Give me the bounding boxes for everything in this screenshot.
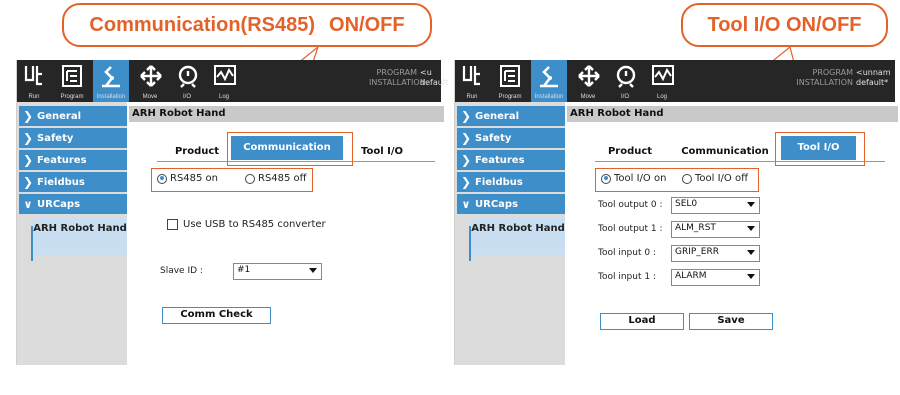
- toolbar-label: Installation: [96, 94, 126, 100]
- dropdown-arrow-icon: [747, 274, 755, 279]
- toolbar-label: Program: [498, 94, 522, 100]
- tab-product[interactable]: Product: [162, 144, 232, 160]
- chevron-right-icon: ❯: [22, 109, 34, 123]
- tool-output-1-label: Tool output 1 :: [598, 224, 663, 234]
- move-icon: [578, 65, 600, 87]
- tab-product[interactable]: Product: [595, 144, 665, 160]
- toolbar-label: Log: [218, 94, 229, 100]
- tool-input-0-label: Tool input 0 :: [598, 248, 656, 258]
- slave-id-select[interactable]: #1: [233, 263, 322, 280]
- io-icon: [616, 65, 636, 88]
- chevron-right-icon: ❯: [22, 131, 34, 145]
- run-tab[interactable]: Run: [457, 60, 487, 102]
- tool-input-0-select[interactable]: GRIP_ERR: [671, 245, 760, 262]
- program-icon: [500, 65, 520, 87]
- chevron-right-icon: ❯: [22, 175, 34, 189]
- page-title: ARH Robot Hand: [567, 106, 898, 122]
- installation-tab[interactable]: Installation: [531, 60, 567, 102]
- sidebar-item-fieldbus[interactable]: ❯ Fieldbus: [457, 172, 565, 192]
- log-icon: [652, 65, 674, 85]
- io-icon: [178, 65, 198, 88]
- program-value: <unnam default*: [856, 68, 891, 87]
- chevron-right-icon: ❯: [460, 131, 472, 145]
- tool-io-radio-highlight: [595, 168, 759, 192]
- top-toolbar: Run Program Installation Move I/O Log PR…: [455, 60, 895, 102]
- program-icon: [62, 65, 82, 87]
- toolbar-label: I/O: [620, 94, 629, 100]
- chevron-down-icon: ∨: [461, 197, 471, 211]
- sidebar-item-features[interactable]: ❯ Features: [19, 150, 127, 170]
- rs485-radio-highlight: [151, 168, 313, 192]
- program-label: PROGRAM INSTALLATION: [369, 68, 426, 87]
- dropdown-arrow-icon: [309, 268, 317, 273]
- sidebar-item-arh-robot-hand[interactable]: ARH Robot Hand: [471, 218, 565, 255]
- chevron-right-icon: ❯: [22, 153, 34, 167]
- sidebar-item-general[interactable]: ❯ General: [457, 106, 565, 126]
- dropdown-arrow-icon: [747, 226, 755, 231]
- program-label: PROGRAM INSTALLATION: [796, 68, 853, 87]
- toolbar-label: Run: [466, 94, 478, 100]
- toolbar-label: I/O: [182, 94, 191, 100]
- move-icon: [140, 65, 162, 87]
- io-tab[interactable]: I/O: [172, 60, 202, 102]
- chevron-right-icon: ❯: [460, 109, 472, 123]
- sidebar-item-arh-robot-hand[interactable]: ARH Robot Hand: [33, 218, 127, 255]
- program-value: <u default: [420, 68, 449, 87]
- toolbar-label: Installation: [534, 94, 564, 100]
- installation-tab[interactable]: Installation: [93, 60, 129, 102]
- sidebar-item-safety[interactable]: ❯ Safety: [457, 128, 565, 148]
- top-toolbar: Run Program Installation Move I/O Log PR…: [17, 60, 448, 102]
- load-button[interactable]: Load: [600, 313, 684, 330]
- ur-logo-icon: [24, 66, 42, 86]
- log-tab[interactable]: Log: [209, 60, 239, 102]
- checkbox-icon: [167, 219, 178, 230]
- toolbar-label: Run: [28, 94, 40, 100]
- tool-output-1-select[interactable]: ALM_RST: [671, 221, 760, 238]
- sidebar: ❯ General ❯ Safety ❯ Features ❯ Fieldbus ∨ UR…: [455, 102, 565, 365]
- left-screen: Run Program Installation Move I/O Log PR…: [16, 60, 448, 365]
- installation-icon: [102, 66, 120, 88]
- communication-highlight: [227, 132, 353, 166]
- chevron-right-icon: ❯: [460, 175, 472, 189]
- chevron-down-icon: ∨: [23, 197, 33, 211]
- toolbar-label: Move: [580, 94, 596, 100]
- usb-converter-checkbox[interactable]: Use USB to RS485 converter: [167, 219, 326, 230]
- io-tab[interactable]: I/O: [610, 60, 640, 102]
- tab-tool-io[interactable]: Tool I/O: [347, 144, 417, 160]
- program-tab[interactable]: Program: [495, 60, 525, 102]
- tab-communication[interactable]: Communication: [675, 144, 775, 160]
- sidebar-item-features[interactable]: ❯ Features: [457, 150, 565, 170]
- tool-output-0-label: Tool output 0 :: [598, 200, 663, 210]
- move-tab[interactable]: Move: [573, 60, 603, 102]
- sidebar: ❯ General ❯ Safety ❯ Features ❯ Fieldbus ∨ UR…: [17, 102, 127, 365]
- installation-icon: [540, 66, 558, 88]
- right-screen: Run Program Installation Move I/O Log PR…: [454, 60, 898, 365]
- tool-input-1-select[interactable]: ALARM: [671, 269, 760, 286]
- sidebar-item-general[interactable]: ❯ General: [19, 106, 127, 126]
- toolbar-label: Move: [142, 94, 158, 100]
- move-tab[interactable]: Move: [135, 60, 165, 102]
- tool-output-0-select[interactable]: SEL0: [671, 197, 760, 214]
- sidebar-item-urcaps[interactable]: ∨ URCaps: [457, 194, 565, 214]
- dropdown-arrow-icon: [747, 250, 755, 255]
- program-tab[interactable]: Program: [57, 60, 87, 102]
- slave-id-label: Slave ID :: [160, 266, 203, 276]
- toolbar-label: Log: [656, 94, 667, 100]
- tool-input-1-label: Tool input 1 :: [598, 272, 656, 282]
- log-tab[interactable]: Log: [647, 60, 677, 102]
- log-icon: [214, 65, 236, 85]
- page-title: ARH Robot Hand: [129, 106, 444, 122]
- tool-io-tab-highlight: [775, 132, 865, 166]
- toolbar-label: Program: [60, 94, 84, 100]
- sidebar-item-urcaps[interactable]: ∨ URCaps: [19, 194, 127, 214]
- ur-logo-icon: [462, 66, 480, 86]
- sidebar-item-fieldbus[interactable]: ❯ Fieldbus: [19, 172, 127, 192]
- run-tab[interactable]: Run: [19, 60, 49, 102]
- chevron-right-icon: ❯: [460, 153, 472, 167]
- save-button[interactable]: Save: [689, 313, 773, 330]
- sidebar-item-safety[interactable]: ❯ Safety: [19, 128, 127, 148]
- comm-check-button[interactable]: Comm Check: [162, 307, 271, 324]
- dropdown-arrow-icon: [747, 202, 755, 207]
